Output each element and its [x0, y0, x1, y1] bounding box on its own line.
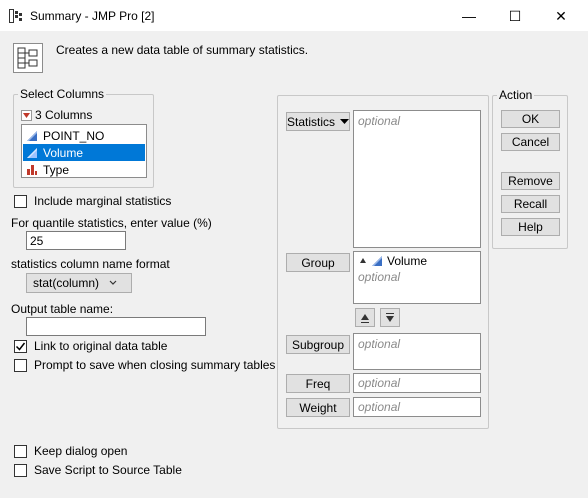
nominal-column-icon: [27, 164, 37, 175]
link-original-option[interactable]: Link to original data table: [14, 339, 167, 353]
group-drop-zone[interactable]: Volume optional: [353, 251, 481, 304]
action-label: Action: [499, 88, 533, 102]
red-triangle-menu-icon[interactable]: [21, 109, 32, 121]
save-script-checkbox[interactable]: [14, 463, 27, 477]
keep-open-option[interactable]: Keep dialog open: [14, 444, 127, 458]
move-up-icon: [361, 313, 369, 323]
include-marginal-label: Include marginal statistics: [34, 194, 172, 208]
prompt-save-label: Prompt to save when closing summary tabl…: [34, 358, 276, 372]
continuous-column-icon: [27, 147, 37, 158]
column-item-type[interactable]: Type: [23, 161, 145, 178]
continuous-column-icon: [27, 130, 37, 141]
prompt-save-option[interactable]: Prompt to save when closing summary tabl…: [14, 358, 275, 372]
save-script-label: Save Script to Source Table: [34, 463, 182, 477]
keep-open-label: Keep dialog open: [34, 444, 128, 458]
subgroup-button[interactable]: Subgroup: [286, 335, 350, 354]
name-format-select[interactable]: stat(column): [26, 273, 132, 293]
subgroup-drop-zone[interactable]: optional: [353, 333, 481, 370]
close-button[interactable]: ✕: [538, 0, 584, 32]
link-original-label: Link to original data table: [34, 339, 168, 353]
statistics-drop-zone[interactable]: optional: [353, 110, 481, 248]
keep-open-checkbox[interactable]: [14, 444, 27, 458]
statistics-button-label: Statistics: [287, 114, 336, 129]
window-title: Summary - JMP Pro [2]: [30, 9, 155, 23]
remove-button[interactable]: Remove: [501, 172, 560, 190]
column-name: Type: [43, 162, 70, 177]
move-down-icon: [386, 312, 394, 322]
group-item-volume[interactable]: Volume: [354, 252, 480, 270]
summary-platform-icon: [13, 43, 43, 73]
subgroup-placeholder: optional: [358, 337, 401, 351]
weight-drop-zone[interactable]: optional: [353, 397, 481, 417]
move-up-button[interactable]: [355, 308, 375, 327]
maximize-button[interactable]: ☐: [492, 0, 538, 32]
freq-button[interactable]: Freq: [286, 374, 350, 393]
quantile-input[interactable]: [26, 231, 126, 250]
group-button[interactable]: Group: [286, 253, 350, 272]
column-count-dropdown[interactable]: 3 Columns: [21, 108, 92, 122]
save-script-option[interactable]: Save Script to Source Table: [14, 463, 182, 477]
group-item-label: Volume: [387, 254, 428, 268]
freq-drop-zone[interactable]: optional: [353, 373, 481, 393]
dropdown-arrow-icon: [340, 118, 349, 124]
move-down-button[interactable]: [380, 308, 400, 327]
weight-button[interactable]: Weight: [286, 398, 350, 417]
output-name-input[interactable]: [26, 317, 206, 336]
select-columns-label: Select Columns: [20, 87, 105, 101]
link-original-checkbox[interactable]: [14, 339, 27, 353]
column-count-label: 3 Columns: [35, 108, 93, 122]
include-marginal-checkbox[interactable]: [14, 194, 27, 208]
name-format-label: statistics column name format: [11, 257, 170, 271]
column-item-volume[interactable]: Volume: [23, 144, 145, 161]
minimize-button[interactable]: —: [446, 0, 492, 32]
prompt-save-checkbox[interactable]: [14, 358, 27, 372]
include-marginal-option[interactable]: Include marginal statistics: [14, 194, 171, 208]
weight-placeholder: optional: [358, 400, 401, 414]
chevron-down-icon: [109, 280, 117, 285]
freq-placeholder: optional: [358, 376, 401, 390]
column-list[interactable]: POINT_NO Volume Type: [21, 124, 147, 178]
output-name-label: Output table name:: [11, 302, 114, 316]
title-bar: Summary - JMP Pro [2] — ☐ ✕: [0, 0, 588, 32]
checkmark-icon: [15, 342, 26, 351]
statistics-placeholder: optional: [358, 114, 401, 128]
recall-button[interactable]: Recall: [501, 195, 560, 213]
continuous-column-icon: [372, 256, 382, 266]
ok-button[interactable]: OK: [501, 110, 560, 128]
help-button[interactable]: Help: [501, 218, 560, 236]
dialog-description: Creates a new data table of summary stat…: [56, 43, 309, 57]
quantile-label: For quantile statistics, enter value (%): [11, 216, 212, 230]
statistics-button[interactable]: Statistics: [286, 112, 350, 131]
name-format-value: stat(column): [33, 276, 100, 290]
group-placeholder: optional: [358, 270, 401, 284]
cancel-button[interactable]: Cancel: [501, 133, 560, 151]
jmp-app-icon: [9, 9, 23, 23]
column-name: Volume: [43, 145, 84, 160]
column-name: POINT_NO: [43, 128, 105, 143]
sort-ascending-icon: [360, 258, 366, 263]
column-item-point-no[interactable]: POINT_NO: [23, 127, 145, 144]
